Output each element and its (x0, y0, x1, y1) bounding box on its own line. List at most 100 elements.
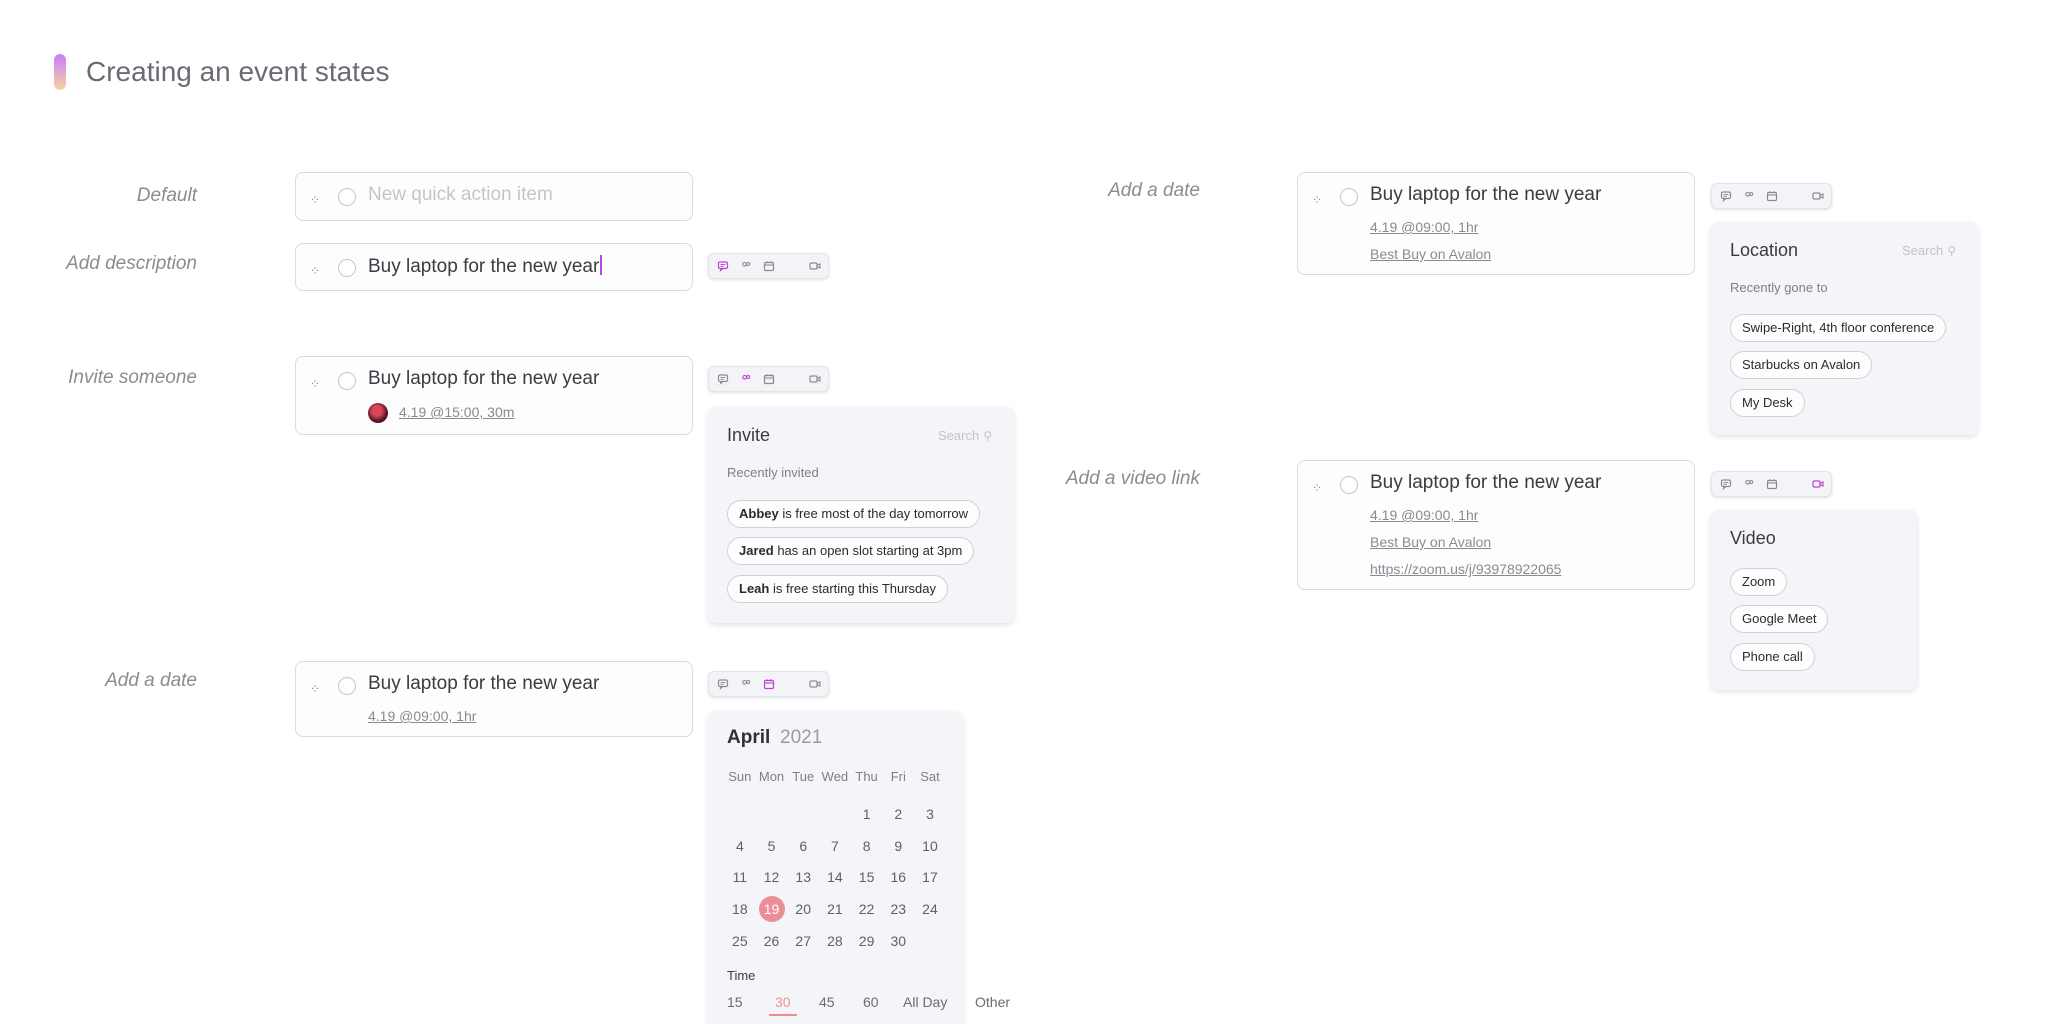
task-card-invite[interactable]: ⁘ Buy laptop for the new year 4.19 @15:0… (295, 356, 693, 435)
task-checkbox[interactable] (338, 259, 356, 277)
video-icon[interactable] (1810, 189, 1825, 204)
task-title-text[interactable]: Buy laptop for the new year (368, 673, 599, 695)
drag-handle-icon[interactable]: ⁘ (310, 194, 320, 206)
calendar-day[interactable]: 27 (787, 928, 819, 960)
comment-icon[interactable] (715, 677, 730, 692)
calendar-day[interactable]: 16 (882, 864, 914, 896)
location-suggestion[interactable]: My Desk (1730, 389, 1805, 417)
calendar-day[interactable]: 20 (787, 896, 819, 928)
task-location[interactable]: Best Buy on Avalon (1370, 246, 1491, 262)
drag-handle-icon[interactable]: ⁘ (1312, 194, 1322, 206)
calendar-day[interactable]: 2 (882, 801, 914, 833)
task-card-video[interactable]: ⁘ Buy laptop for the new year 4.19 @09:0… (1297, 460, 1695, 590)
video-icon[interactable] (807, 677, 822, 692)
comment-icon[interactable] (1718, 477, 1733, 492)
task-title-input[interactable]: Buy laptop for the new year (368, 255, 603, 278)
invite-search-input[interactable]: Search ⚲ (938, 428, 992, 443)
task-checkbox[interactable] (1340, 476, 1358, 494)
time-option[interactable]: 45 (819, 994, 835, 1010)
task-datetime[interactable]: 4.19 @15:00, 30m (399, 404, 514, 420)
comment-icon[interactable] (715, 372, 730, 387)
calendar-day[interactable]: 17 (914, 864, 946, 896)
video-icon[interactable] (807, 372, 822, 387)
location-suggestion[interactable]: Swipe-Right, 4th floor conference (1730, 314, 1947, 342)
calendar-icon[interactable] (761, 372, 776, 387)
location-search-input[interactable]: Search ⚲ (1902, 243, 1956, 258)
calendar-day[interactable]: 11 (724, 864, 756, 896)
calendar-icon[interactable] (761, 259, 776, 274)
calendar-icon[interactable] (1764, 477, 1779, 492)
invite-icon[interactable] (1741, 477, 1756, 492)
task-title-input[interactable]: New quick action item (368, 184, 553, 206)
calendar-day[interactable]: 4 (724, 833, 756, 865)
time-option[interactable]: 30 (769, 994, 797, 1016)
location-pin-icon[interactable] (784, 372, 799, 387)
location-pin-icon[interactable] (784, 259, 799, 274)
invite-suggestion[interactable]: Abbey is free most of the day tomorrow (727, 500, 981, 528)
invite-suggestion[interactable]: Jared has an open slot starting at 3pm (727, 537, 975, 565)
time-option[interactable]: All Day (903, 994, 947, 1010)
drag-handle-icon[interactable]: ⁘ (310, 683, 320, 695)
location-pin-icon[interactable] (1787, 477, 1802, 492)
invite-icon[interactable] (1741, 189, 1756, 204)
calendar-day[interactable]: 21 (819, 896, 851, 928)
task-datetime[interactable]: 4.19 @09:00, 1hr (1370, 507, 1478, 523)
video-option[interactable]: Phone call (1730, 643, 1815, 671)
calendar-day[interactable]: 28 (819, 928, 851, 960)
calendar-day[interactable]: 13 (787, 864, 819, 896)
task-checkbox[interactable] (1340, 188, 1358, 206)
calendar-day[interactable]: 30 (882, 928, 914, 960)
calendar-day[interactable]: 3 (914, 801, 946, 833)
calendar-icon[interactable] (1764, 189, 1779, 204)
task-title-text[interactable]: Buy laptop for the new year (368, 368, 599, 390)
video-icon[interactable] (807, 259, 822, 274)
task-location[interactable]: Best Buy on Avalon (1370, 534, 1491, 550)
invite-icon[interactable] (738, 259, 753, 274)
calendar-day[interactable]: 29 (851, 928, 883, 960)
calendar-day[interactable]: 14 (819, 864, 851, 896)
calendar-day[interactable]: 23 (882, 896, 914, 928)
calendar-day[interactable]: 18 (724, 896, 756, 928)
calendar-day[interactable]: 24 (914, 896, 946, 928)
task-card-date[interactable]: ⁘ Buy laptop for the new year 4.19 @09:0… (295, 661, 693, 737)
calendar-icon[interactable] (761, 677, 776, 692)
invite-icon[interactable] (738, 677, 753, 692)
task-title-text[interactable]: Buy laptop for the new year (1370, 184, 1601, 206)
task-checkbox[interactable] (338, 372, 356, 390)
task-datetime[interactable]: 4.19 @09:00, 1hr (1370, 219, 1478, 235)
task-datetime[interactable]: 4.19 @09:00, 1hr (368, 708, 476, 724)
calendar-day[interactable]: 26 (756, 928, 788, 960)
calendar-day[interactable]: 8 (851, 833, 883, 865)
time-option[interactable]: 60 (863, 994, 879, 1010)
task-card-location[interactable]: ⁘ Buy laptop for the new year 4.19 @09:0… (1297, 172, 1695, 275)
comment-icon[interactable] (1718, 189, 1733, 204)
comment-icon[interactable] (715, 259, 730, 274)
task-title-text[interactable]: Buy laptop for the new year (1370, 472, 1601, 494)
location-pin-icon[interactable] (784, 677, 799, 692)
invite-icon[interactable] (738, 372, 753, 387)
calendar-day-selected[interactable]: 19 (756, 896, 788, 928)
invite-suggestion[interactable]: Leah is free starting this Thursday (727, 575, 949, 603)
task-checkbox[interactable] (338, 188, 356, 206)
task-card-description[interactable]: ⁘ Buy laptop for the new year (295, 243, 693, 291)
task-video-link[interactable]: https://zoom.us/j/93978922065 (1370, 561, 1561, 577)
video-option[interactable]: Zoom (1730, 568, 1788, 596)
time-option[interactable]: Other (975, 994, 1010, 1010)
calendar-day[interactable]: 25 (724, 928, 756, 960)
drag-handle-icon[interactable]: ⁘ (310, 265, 320, 277)
calendar-day[interactable]: 7 (819, 833, 851, 865)
location-suggestion[interactable]: Starbucks on Avalon (1730, 351, 1873, 379)
drag-handle-icon[interactable]: ⁘ (310, 378, 320, 390)
calendar-day[interactable]: 5 (756, 833, 788, 865)
calendar-day[interactable]: 22 (851, 896, 883, 928)
task-card-default[interactable]: ⁘ New quick action item (295, 172, 693, 221)
time-option[interactable]: 15 (727, 994, 743, 1010)
calendar-day[interactable]: 1 (851, 801, 883, 833)
calendar-day[interactable]: 15 (851, 864, 883, 896)
calendar-day[interactable]: 10 (914, 833, 946, 865)
calendar-day[interactable]: 6 (787, 833, 819, 865)
location-pin-icon[interactable] (1787, 189, 1802, 204)
calendar-day[interactable]: 12 (756, 864, 788, 896)
task-checkbox[interactable] (338, 677, 356, 695)
drag-handle-icon[interactable]: ⁘ (1312, 482, 1322, 494)
